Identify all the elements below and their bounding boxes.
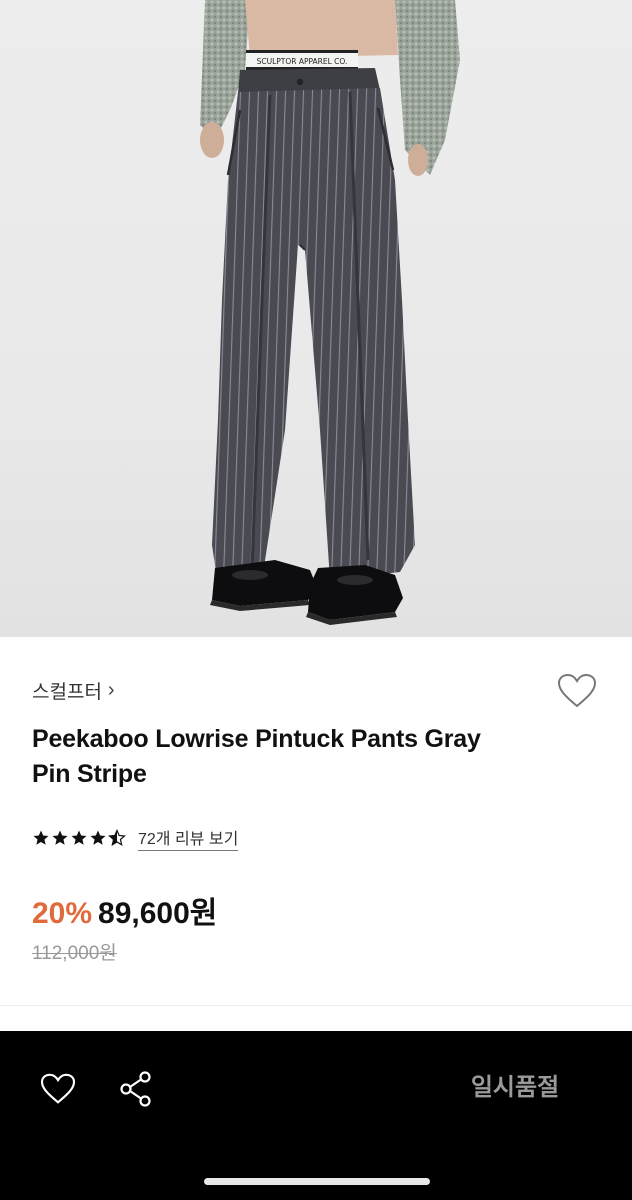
brand-link[interactable]: 스컬프터 › [32,677,115,703]
product-photo-illustration: SCULPTOR APPAREL CO. [200,0,460,625]
bottom-wishlist-button[interactable] [36,1067,80,1111]
star-full-icon [33,830,49,845]
soldout-button[interactable]: 일시품절 [440,1066,590,1110]
star-full-icon [52,830,68,845]
product-title: Peekaboo Lowrise Pintuck Pants Gray Pin … [32,722,512,792]
share-button[interactable] [114,1067,158,1111]
star-half-icon [108,829,126,846]
review-link[interactable]: 72개 리뷰 보기 [138,825,239,851]
discount-rate: 20% [32,897,93,930]
chevron-right-icon: › [107,679,115,701]
product-title-line-1: Peekaboo Lowrise Pintuck Pants Gray [32,725,481,753]
sale-price: 89,600원 [98,897,218,930]
bottom-action-bar [0,1031,632,1200]
star-full-icon [90,830,106,845]
share-icon [120,1071,151,1107]
section-divider [0,1005,632,1006]
heart-outline-icon [557,673,597,708]
heart-outline-icon [40,1073,76,1104]
rating-row: 72개 리뷰 보기 [32,825,239,851]
original-price: 112,000원 [32,943,117,964]
product-image[interactable]: SCULPTOR APPAREL CO. [0,0,632,637]
waistband-text: SCULPTOR APPAREL CO. [257,57,348,66]
star-rating [32,829,126,847]
wishlist-button[interactable] [554,670,600,712]
brand-name: 스컬프터 [32,681,102,703]
home-indicator[interactable] [204,1178,430,1185]
star-full-icon [71,830,87,845]
price-row: 20% 89,600원 [32,888,217,930]
product-title-line-2: Pin Stripe [32,760,147,788]
